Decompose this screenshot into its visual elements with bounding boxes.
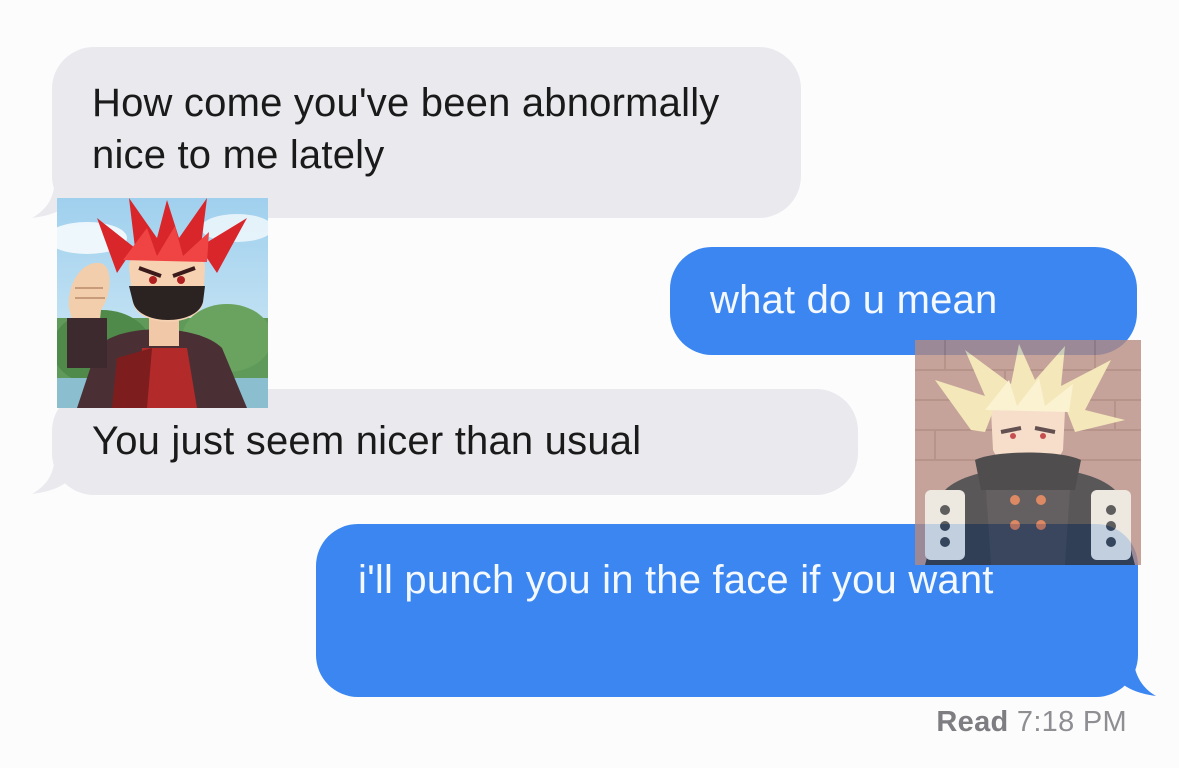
message-text: How come you've been abnormally nice to … xyxy=(92,81,720,177)
read-label: Read xyxy=(936,706,1009,738)
incoming-message-bubble[interactable]: How come you've been abnormally nice to … xyxy=(52,47,801,218)
message-thread: How come you've been abnormally nice to … xyxy=(0,0,1179,768)
red-spiky-hair-character-avatar-icon xyxy=(57,198,268,408)
message-text: i'll punch you in the face if you want xyxy=(358,558,994,602)
outgoing-message-bubble[interactable]: what do u mean xyxy=(670,247,1137,355)
blond-spiky-hair-character-avatar-icon xyxy=(915,340,1141,565)
outgoing-bubble-tail-icon xyxy=(1108,664,1156,696)
read-time: 7:18 PM xyxy=(1016,706,1127,738)
read-receipt: Read 7:18 PM xyxy=(936,706,1127,739)
message-text: what do u mean xyxy=(710,278,998,322)
message-text: You just seem nicer than usual xyxy=(92,419,642,463)
incoming-bubble-tail-icon xyxy=(32,464,80,494)
